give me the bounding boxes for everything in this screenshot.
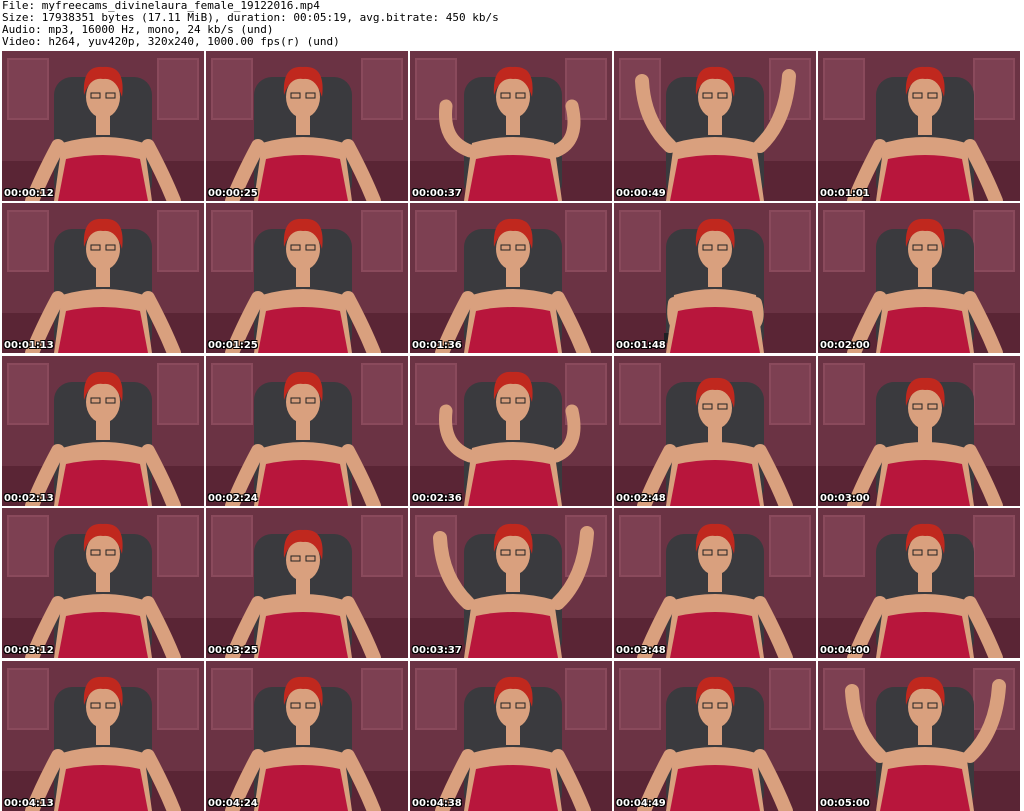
video-thumbnail: 00:04:00: [818, 508, 1020, 658]
thumbnail-timestamp: 00:01:13: [4, 340, 54, 351]
thumbnail-image: [818, 356, 1020, 506]
thumbnail-timestamp: 00:00:12: [4, 188, 54, 199]
thumbnail-image: [614, 356, 816, 506]
video-info-line: Video: h264, yuv420p, 320x240, 1000.00 f…: [2, 36, 340, 48]
thumbnail-image: [818, 508, 1020, 658]
thumbnail-image: [206, 203, 408, 353]
thumbnail-image: [614, 508, 816, 658]
video-thumbnail: 00:02:36: [410, 356, 612, 506]
thumbnail-timestamp: 00:04:49: [616, 798, 666, 809]
video-thumbnail: 00:04:24: [206, 661, 408, 811]
thumbnail-timestamp: 00:03:12: [4, 645, 54, 656]
thumbnail-image: [2, 51, 204, 201]
thumbnail-timestamp: 00:02:48: [616, 493, 666, 504]
video-thumbnail: 00:01:13: [2, 203, 204, 353]
thumbnail-timestamp: 00:05:00: [820, 798, 870, 809]
thumbnail-timestamp: 00:01:36: [412, 340, 462, 351]
thumbnail-timestamp: 00:01:25: [208, 340, 258, 351]
thumbnail-image: [2, 661, 204, 811]
video-thumbnail: 00:00:37: [410, 51, 612, 201]
thumbnail-image: [410, 661, 612, 811]
file-size-line: Size: 17938351 bytes (17.11 MiB), durati…: [2, 12, 499, 24]
thumbnail-timestamp: 00:01:01: [820, 188, 870, 199]
thumbnail-image: [614, 51, 816, 201]
thumbnail-image: [206, 356, 408, 506]
video-thumbnail: 00:01:36: [410, 203, 612, 353]
video-thumbnail: 00:02:24: [206, 356, 408, 506]
thumbnail-image: [410, 203, 612, 353]
file-info-header: File: myfreecams_divinelaura_female_1912…: [2, 0, 1022, 50]
thumbnail-image: [818, 51, 1020, 201]
thumbnail-image: [2, 356, 204, 506]
thumbnail-timestamp: 00:04:38: [412, 798, 462, 809]
video-thumbnail: 00:01:48: [614, 203, 816, 353]
thumbnail-timestamp: 00:04:24: [208, 798, 258, 809]
video-thumbnail: 00:04:49: [614, 661, 816, 811]
video-thumbnail: 00:03:48: [614, 508, 816, 658]
thumbnail-timestamp: 00:02:36: [412, 493, 462, 504]
thumbnail-image: [206, 508, 408, 658]
thumbnail-image: [818, 203, 1020, 353]
file-name-line: File: myfreecams_divinelaura_female_1912…: [2, 0, 320, 12]
thumbnail-timestamp: 00:02:24: [208, 493, 258, 504]
thumbnail-timestamp: 00:00:25: [208, 188, 258, 199]
video-thumbnail: 00:03:37: [410, 508, 612, 658]
video-thumbnail: 00:03:00: [818, 356, 1020, 506]
video-thumbnail: 00:00:25: [206, 51, 408, 201]
video-thumbnail: 00:01:25: [206, 203, 408, 353]
thumbnail-image: [2, 203, 204, 353]
video-thumbnail: 00:02:00: [818, 203, 1020, 353]
thumbnail-timestamp: 00:02:00: [820, 340, 870, 351]
thumbnail-image: [410, 508, 612, 658]
thumbnail-timestamp: 00:02:13: [4, 493, 54, 504]
thumbnail-timestamp: 00:00:37: [412, 188, 462, 199]
thumbnail-image: [410, 356, 612, 506]
video-thumbnail: 00:03:12: [2, 508, 204, 658]
thumbnail-image: [410, 51, 612, 201]
thumbnail-image: [614, 203, 816, 353]
thumbnail-timestamp: 00:03:48: [616, 645, 666, 656]
video-thumbnail: 00:05:00: [818, 661, 1020, 811]
thumbnail-image: [2, 508, 204, 658]
video-thumbnail: 00:02:48: [614, 356, 816, 506]
audio-info-line: Audio: mp3, 16000 Hz, mono, 24 kb/s (und…: [2, 24, 274, 36]
thumbnail-timestamp: 00:01:48: [616, 340, 666, 351]
thumbnail-timestamp: 00:03:00: [820, 493, 870, 504]
thumbnail-timestamp: 00:03:25: [208, 645, 258, 656]
thumbnail-image: [206, 51, 408, 201]
thumbnail-image: [614, 661, 816, 811]
thumbnail-grid: 00:00:12 00:00:25 00:00:37 00:00:49 00:0…: [0, 50, 1024, 811]
video-thumbnail: 00:02:13: [2, 356, 204, 506]
video-thumbnail: 00:04:38: [410, 661, 612, 811]
thumbnail-timestamp: 00:00:49: [616, 188, 666, 199]
video-thumbnail: 00:01:01: [818, 51, 1020, 201]
video-thumbnail: 00:00:12: [2, 51, 204, 201]
video-thumbnail: 00:04:13: [2, 661, 204, 811]
thumbnail-timestamp: 00:04:13: [4, 798, 54, 809]
video-thumbnail: 00:03:25: [206, 508, 408, 658]
video-thumbnail: 00:00:49: [614, 51, 816, 201]
thumbnail-timestamp: 00:03:37: [412, 645, 462, 656]
thumbnail-timestamp: 00:04:00: [820, 645, 870, 656]
thumbnail-image: [818, 661, 1020, 811]
thumbnail-image: [206, 661, 408, 811]
